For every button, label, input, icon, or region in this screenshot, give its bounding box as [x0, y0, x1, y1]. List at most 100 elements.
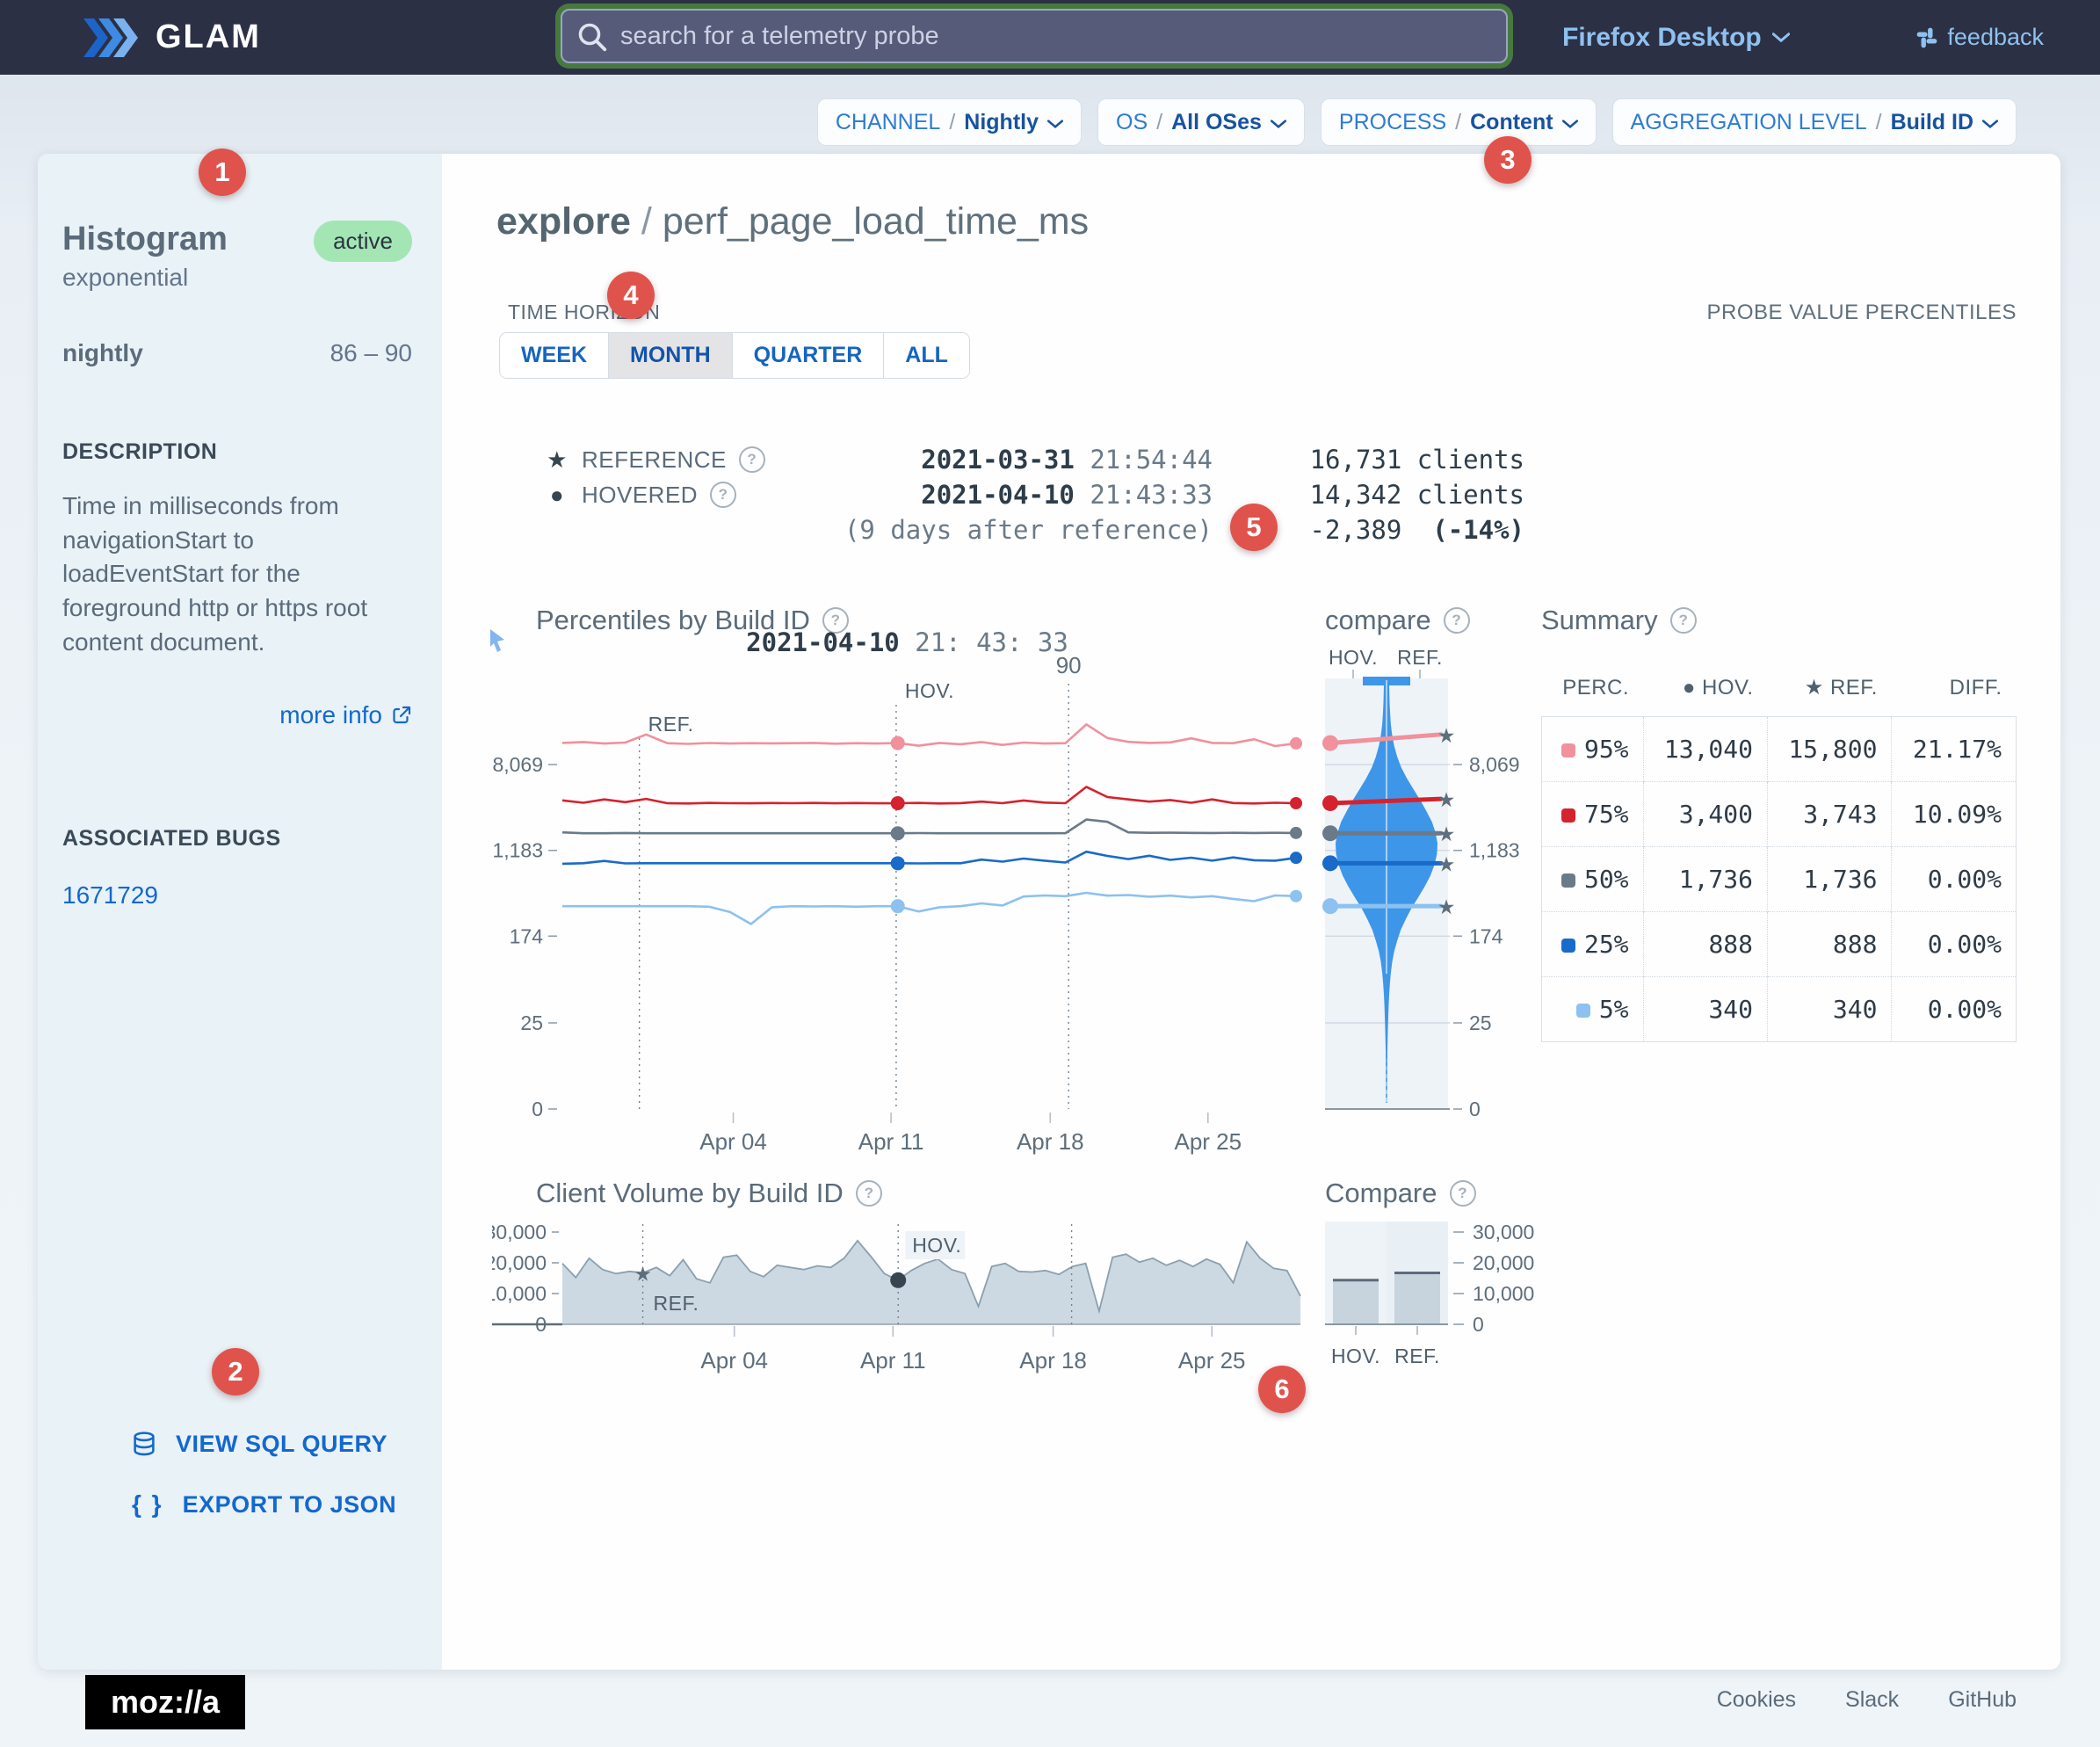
svg-text:174: 174 — [1469, 924, 1503, 947]
reference-date: 2021-03-31 — [921, 445, 1075, 475]
compare-bars-chart[interactable]: 30,00020,00010,0000HOV.REF. — [1318, 1217, 1546, 1402]
compare-bar-REF. — [1394, 1272, 1440, 1324]
svg-text:Apr 04: Apr 04 — [700, 1347, 768, 1374]
percentile-line-5% — [562, 893, 1296, 924]
svg-text:Apr 18: Apr 18 — [1017, 1128, 1084, 1155]
annotation-badge-2: 2 — [212, 1348, 259, 1395]
percentile-swatch — [1561, 939, 1575, 953]
svg-text:REF.: REF. — [648, 713, 694, 736]
table-row[interactable]: 50%1,7361,7360.00% — [1542, 847, 2017, 912]
percentile-swatch — [1561, 808, 1575, 823]
compare-violin-chart[interactable]: 8,0691,183174250HOV.REF.★★★★★ — [1318, 606, 1538, 1169]
percentile-line-50% — [562, 820, 1296, 834]
breadcrumb: explore / perf_page_load_time_ms — [496, 200, 1089, 243]
description-heading: DESCRIPTION — [62, 439, 412, 465]
client-volume-chart[interactable]: 30,00020,00010,0000★REF.HOV.Apr 04Apr 11… — [492, 1217, 1322, 1402]
time-horizon-tabs: WEEK MONTH QUARTER ALL — [499, 332, 970, 379]
hovered-date: 2021-04-10 — [921, 480, 1075, 510]
svg-text:0: 0 — [1469, 1098, 1481, 1120]
status-badge: active — [314, 221, 412, 262]
svg-text:90: 90 — [1056, 652, 1082, 678]
svg-text:1,183: 1,183 — [492, 839, 543, 862]
svg-text:Apr 11: Apr 11 — [860, 1347, 926, 1374]
svg-text:Apr 25: Apr 25 — [1174, 1128, 1242, 1155]
summary-column-header: ● HOV. — [1643, 666, 1767, 717]
probe-type-title: Histogram — [62, 221, 228, 258]
tab-all[interactable]: ALL — [884, 333, 969, 378]
dot-icon: ● — [545, 482, 569, 509]
help-icon[interactable]: ? — [739, 446, 765, 473]
help-icon[interactable]: ? — [1450, 1180, 1476, 1207]
table-row[interactable]: 25%8888880.00% — [1542, 912, 2017, 977]
percentile-line-75% — [562, 787, 1296, 803]
view-sql-button[interactable]: VIEW SQL QUERY — [132, 1431, 387, 1458]
chevron-down-icon — [1271, 119, 1286, 129]
chevron-down-icon — [1772, 32, 1790, 43]
percentile-swatch — [1576, 1004, 1590, 1018]
svg-text:10,000: 10,000 — [492, 1282, 547, 1305]
summary-column-header: DIFF. — [1892, 666, 2017, 717]
svg-text:HOV.: HOV. — [1329, 646, 1378, 669]
mozilla-logo[interactable]: moz://a — [85, 1675, 245, 1729]
chevron-down-icon — [1982, 119, 1998, 129]
search-input[interactable] — [561, 9, 1508, 63]
help-icon[interactable]: ? — [710, 482, 736, 508]
footer-links: Cookies Slack GitHub — [1717, 1687, 2017, 1713]
svg-text:8,069: 8,069 — [492, 753, 543, 776]
footer-link-slack[interactable]: Slack — [1845, 1687, 1899, 1713]
glam-logo[interactable]: GLAM — [83, 0, 261, 75]
compare-bars-title: Compare? — [1325, 1178, 1476, 1209]
feedback-link[interactable]: feedback — [1915, 0, 2044, 75]
summary-table: PERC.● HOV.★ REF.DIFF. 95%13,04015,80021… — [1541, 666, 2017, 1042]
brand-title: GLAM — [156, 18, 261, 56]
annotation-badge-3: 3 — [1484, 136, 1532, 184]
delta-row: (9 days after reference) -2,389 (-14%) — [545, 512, 1524, 547]
annotation-badge-6: 6 — [1258, 1366, 1306, 1413]
tab-quarter[interactable]: QUARTER — [733, 333, 885, 378]
footer-link-github[interactable]: GitHub — [1948, 1687, 2017, 1713]
help-icon[interactable]: ? — [856, 1180, 882, 1207]
braces-icon: { } — [132, 1490, 163, 1519]
filter-os[interactable]: OS / All OSes — [1097, 98, 1305, 146]
hovered-row: ● HOVERED ? 2021-04-10 21:43:33 14,342 c… — [545, 477, 1524, 512]
reference-label: REFERENCE — [582, 446, 727, 474]
probe-value-heading: PROBE VALUE PERCENTILES — [1582, 301, 2017, 325]
more-info-link[interactable]: more info — [62, 701, 412, 729]
product-selector[interactable]: Firefox Desktop — [1562, 0, 1790, 75]
percentiles-chart[interactable]: 0251741,1838,069Apr 04Apr 11Apr 18Apr 25… — [492, 606, 1322, 1169]
chevron-down-icon — [1562, 119, 1578, 129]
filter-channel[interactable]: CHANNEL / Nightly — [817, 98, 1082, 146]
probe-subtype: exponential — [62, 264, 228, 292]
percentile-line-25% — [562, 852, 1296, 864]
aggregation-value: Build ID — [1891, 110, 1973, 135]
table-row[interactable]: 95%13,04015,80021.17% — [1542, 717, 2017, 782]
tab-month[interactable]: MONTH — [609, 333, 733, 378]
view-sql-label: VIEW SQL QUERY — [176, 1431, 387, 1458]
filter-aggregation-level[interactable]: AGGREGATION LEVEL / Build ID — [1612, 98, 2017, 146]
svg-text:★: ★ — [1437, 724, 1456, 747]
svg-text:8,069: 8,069 — [1469, 753, 1520, 776]
hovered-dot-marker — [890, 1272, 906, 1288]
table-row[interactable]: 5%3403400.00% — [1542, 977, 2017, 1042]
svg-text:0: 0 — [532, 1098, 543, 1120]
hovered-label: HOVERED — [582, 482, 698, 509]
export-json-button[interactable]: { } EXPORT TO JSON — [132, 1490, 396, 1519]
compare-bar-HOV. — [1333, 1280, 1379, 1324]
footer-link-cookies[interactable]: Cookies — [1717, 1687, 1796, 1713]
bug-link[interactable]: 1671729 — [62, 881, 158, 910]
external-link-icon — [391, 705, 412, 726]
summary-section: Summary? PERC.● HOV.★ REF.DIFF. 95%13,04… — [1541, 605, 2020, 1042]
feedback-label: feedback — [1947, 24, 2044, 51]
channel-value: Nightly — [964, 110, 1039, 135]
help-icon[interactable]: ? — [1670, 607, 1697, 634]
summary-title: Summary? — [1541, 605, 2020, 636]
more-info-label: more info — [279, 701, 382, 729]
hovered-point-75% — [891, 796, 905, 810]
probe-description: Time in milliseconds from navigationStar… — [62, 489, 412, 659]
star-icon: ★ — [545, 446, 569, 474]
svg-text:25: 25 — [520, 1011, 543, 1034]
table-row[interactable]: 75%3,4003,74310.09% — [1542, 782, 2017, 847]
filter-process[interactable]: PROCESS / Content — [1321, 98, 1597, 146]
aggregation-label: AGGREGATION LEVEL — [1631, 110, 1867, 135]
tab-week[interactable]: WEEK — [500, 333, 609, 378]
